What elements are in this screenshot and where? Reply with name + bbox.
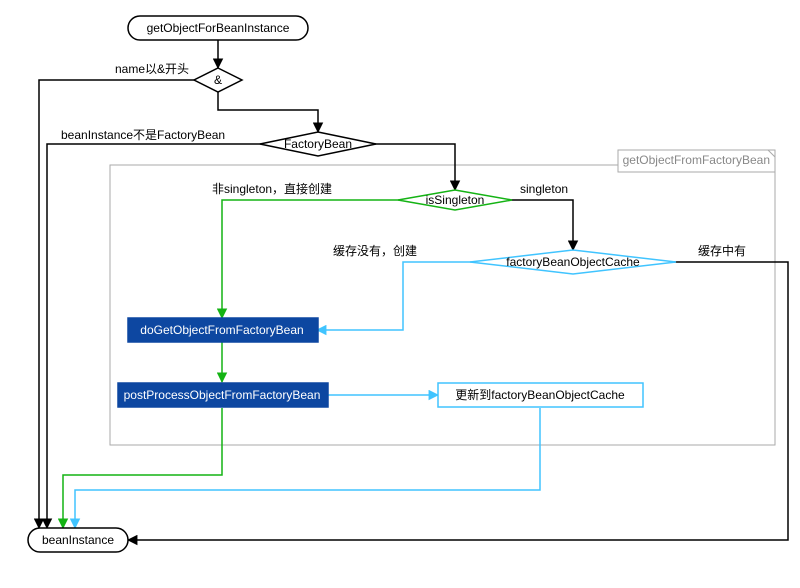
group-label: getObjectFromFactoryBean bbox=[623, 153, 770, 167]
node-amp-label: & bbox=[214, 73, 222, 87]
node-start: getObjectForBeanInstance bbox=[128, 16, 308, 40]
edge-label-cacheHit: 缓存中有 bbox=[698, 243, 746, 258]
node-amp: & bbox=[194, 68, 242, 92]
edge-label-notFactoryBean: beanInstance不是FactoryBean bbox=[61, 128, 225, 142]
node-postProcess-label: postProcessObjectFromFactoryBean bbox=[124, 388, 321, 402]
node-doGet-label: doGetObjectFromFactoryBean bbox=[140, 323, 303, 337]
node-factoryBeanCache: factoryBeanObjectCache bbox=[470, 250, 676, 274]
edge-isSingleton-doGet bbox=[222, 200, 405, 318]
node-isSingleton-label: isSingleton bbox=[426, 193, 485, 207]
node-fb-label: FactoryBean bbox=[284, 137, 352, 151]
edge-postProcess-beanInstance bbox=[63, 408, 222, 528]
node-start-label: getObjectForBeanInstance bbox=[147, 21, 290, 35]
node-doGet: doGetObjectFromFactoryBean bbox=[128, 318, 318, 342]
node-isSingleton: isSingleton bbox=[398, 190, 512, 210]
edge-update-beanInstance bbox=[75, 408, 540, 528]
node-beanInstance: beanInstance bbox=[28, 528, 128, 552]
edge-amp-beanInstance bbox=[39, 80, 195, 528]
node-beanInstance-label: beanInstance bbox=[42, 533, 114, 547]
edge-fb-isSingleton bbox=[373, 144, 455, 190]
edge-label-notSingleton: 非singleton，直接创建 bbox=[212, 181, 332, 196]
node-factoryBean: FactoryBean bbox=[260, 132, 376, 156]
node-updateCache-label: 更新到factoryBeanObjectCache bbox=[455, 387, 625, 402]
node-updateCache: 更新到factoryBeanObjectCache bbox=[438, 383, 643, 407]
flowchart-canvas: getObjectFromFactoryBean name以&开头 beanIn… bbox=[0, 0, 800, 588]
node-cache-label: factoryBeanObjectCache bbox=[506, 255, 640, 269]
edge-label-cacheMiss: 缓存没有，创建 bbox=[333, 243, 417, 258]
edge-label-singleton: singleton bbox=[520, 182, 568, 196]
node-postProcess: postProcessObjectFromFactoryBean bbox=[118, 383, 328, 407]
edge-amp-factoryBean bbox=[218, 92, 318, 132]
edge-label-nameAmp: name以&开头 bbox=[115, 62, 189, 76]
edge-isSingleton-cache bbox=[505, 200, 573, 250]
edge-cache-doGet bbox=[317, 262, 478, 330]
